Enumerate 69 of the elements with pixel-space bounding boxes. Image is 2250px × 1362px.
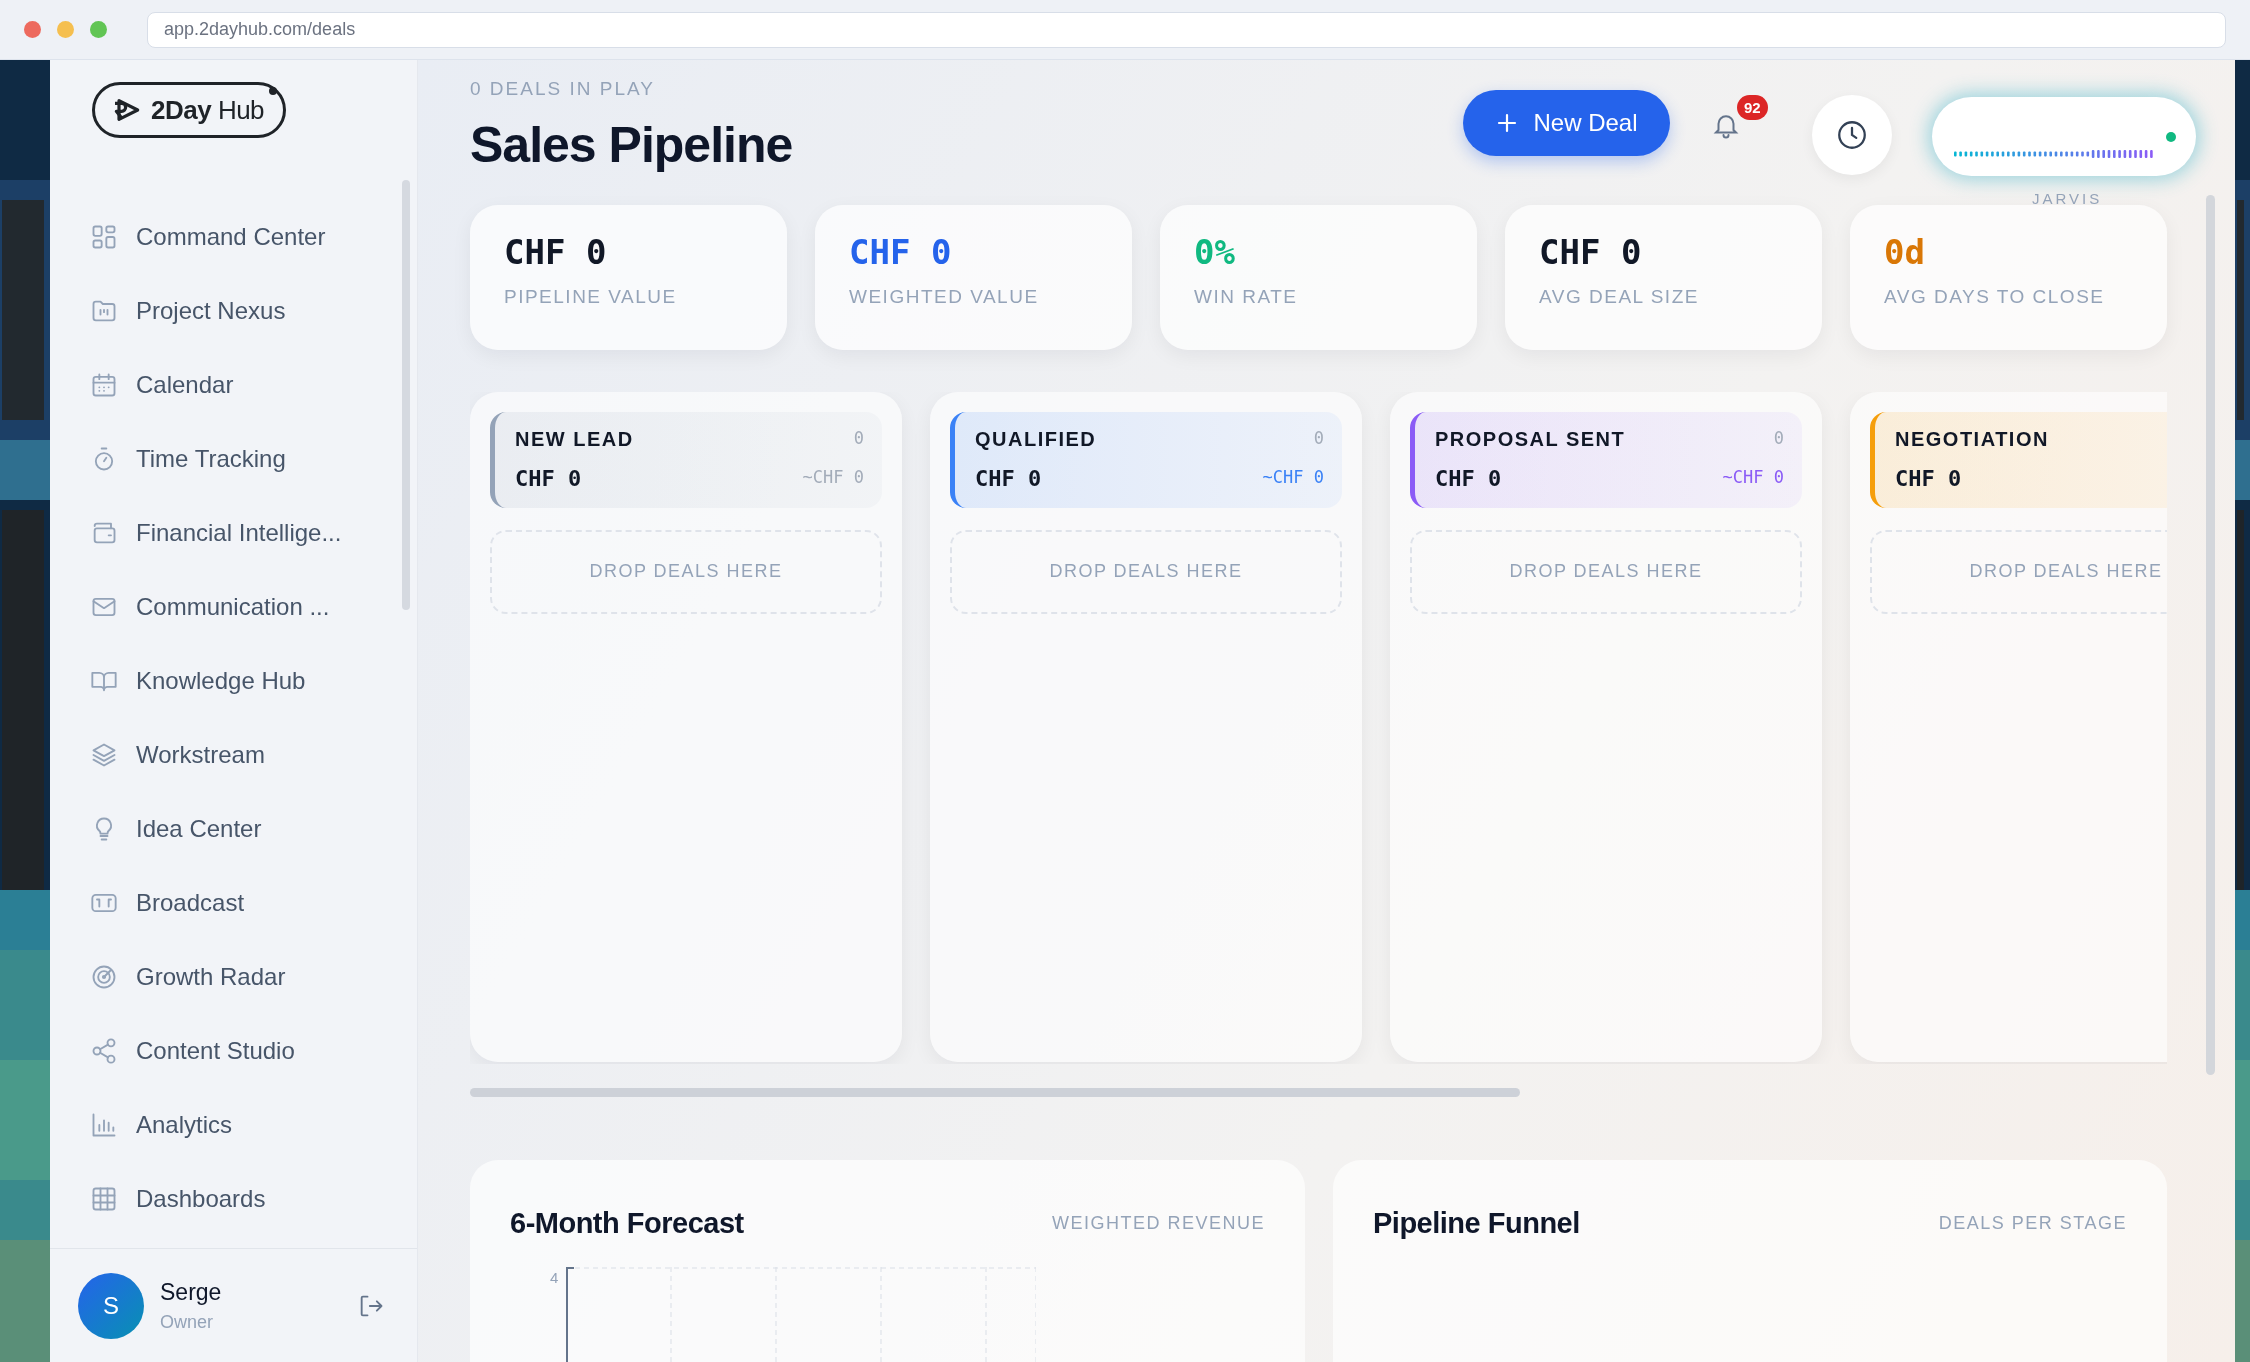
avatar[interactable]: S [78, 1272, 144, 1339]
logo[interactable]: 2Day Hub [92, 82, 286, 138]
assistant-button[interactable] [1932, 97, 2196, 176]
weighted-total: ~CHF 0 [802, 466, 864, 490]
sidebar-item[interactable]: Broadcast [50, 866, 417, 940]
stage-name: NEGOTIATION [1895, 426, 2049, 452]
stat-value: 0% [1194, 234, 1236, 269]
chart-subtitle: DEALS PER STAGE [1938, 1211, 2127, 1235]
chart-subtitle: WEIGHTED REVENUE [1051, 1211, 1265, 1235]
sidebar-item[interactable]: Content Studio [50, 1014, 417, 1088]
chart-title: Pipeline Funnel [1373, 1205, 1580, 1241]
sidebar-item[interactable]: Command Center [50, 200, 417, 274]
notification-badge: 92 [1737, 95, 1768, 120]
stat-value: 0d [1884, 234, 1926, 269]
window-control[interactable] [57, 21, 74, 38]
axis-tick: 4 [550, 1268, 559, 1288]
bar-chart-icon [90, 1111, 118, 1139]
stat-value: CHF 0 [1539, 234, 1643, 269]
scrollbar[interactable] [402, 180, 410, 610]
logo-text: 2Day Hub [151, 93, 265, 127]
chart-title: 6-Month Forecast [510, 1205, 744, 1241]
sidebar-item[interactable]: Dashboards [50, 1162, 417, 1236]
user-role: Owner [160, 1311, 214, 1335]
deal-count: 0 [1773, 426, 1784, 450]
sidebar-item[interactable]: Calendar [50, 348, 417, 422]
stat-label: AVG DAYS TO CLOSE [1884, 284, 2106, 309]
weighted-total: ~CHF 0 [1722, 466, 1784, 490]
sidebar-item[interactable]: Idea Center [50, 792, 417, 866]
address-bar[interactable]: app.2dayhub.com/deals [147, 11, 2226, 48]
window-control[interactable] [24, 21, 41, 38]
stat-label: PIPELINE VALUE [504, 284, 678, 309]
sidebar-item[interactable]: Knowledge Hub [50, 644, 417, 718]
layers-icon [90, 741, 118, 769]
window-control[interactable] [90, 21, 107, 38]
sidebar-item[interactable]: Financial Intellige... [50, 496, 417, 570]
stat-value: CHF 0 [849, 234, 953, 269]
user-name: Serge [160, 1277, 223, 1307]
stat-label: WEIGHTED VALUE [849, 284, 1040, 309]
deal-count: 0 [1313, 426, 1324, 450]
table-icon [90, 1185, 118, 1213]
grid-icon [90, 223, 118, 251]
stage-name: QUALIFIED [975, 426, 1097, 452]
stat-label: WIN RATE [1194, 284, 1299, 309]
sidebar-item[interactable]: Growth Radar [50, 940, 417, 1014]
clock-icon [1835, 118, 1869, 152]
calendar-icon [90, 371, 118, 399]
radar-icon [90, 963, 118, 991]
stage-total: CHF 0 [1435, 464, 1502, 493]
new-deal-button[interactable]: New Deal [1463, 90, 1670, 156]
assistant-label: JARVIS [2032, 189, 2103, 209]
share-icon [90, 1037, 118, 1065]
stage-name: NEW LEAD [515, 426, 634, 452]
sidebar-item[interactable]: Project Nexus [50, 274, 417, 348]
stage-total: CHF 0 [975, 464, 1042, 493]
stage-total: CHF 0 [515, 464, 582, 493]
deal-count: 0 DEALS IN PLAY [470, 77, 656, 101]
sidebar-item[interactable]: Communication ... [50, 570, 417, 644]
scrollbar[interactable] [470, 1087, 1520, 1097]
sidebar-item[interactable]: Workstream [50, 718, 417, 792]
stat-value: CHF 0 [504, 234, 608, 269]
stage-total: CHF 0 [1895, 464, 1962, 493]
sidebar-item[interactable]: Time Tracking [50, 422, 417, 496]
deal-count: 0 [853, 426, 864, 450]
page-title: Sales Pipeline [470, 115, 793, 175]
sidebar-item[interactable]: Analytics [50, 1088, 417, 1162]
weighted-total: ~CHF 0 [1262, 466, 1324, 490]
stat-label: AVG DEAL SIZE [1539, 284, 1700, 309]
scrollbar[interactable] [2206, 195, 2215, 1075]
stage-name: PROPOSAL SENT [1435, 426, 1626, 452]
